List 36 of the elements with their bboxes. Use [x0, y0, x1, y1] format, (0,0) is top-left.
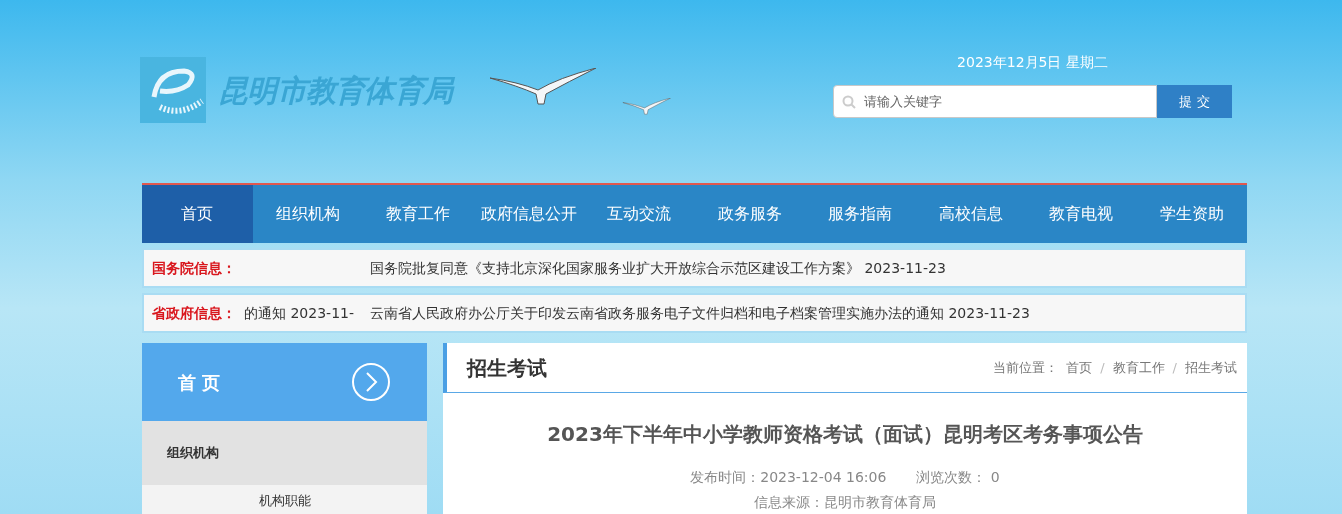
nav-tab[interactable]: 学生资助: [1136, 185, 1247, 243]
nav-tab[interactable]: 组织机构: [252, 185, 363, 243]
breadcrumb-link[interactable]: 首页: [1066, 357, 1093, 378]
article-title: 2023年下半年中小学教师资格考试（面试）昆明考区考务事项公告: [547, 421, 1143, 448]
nav-tab[interactable]: 首页: [142, 185, 253, 243]
nav-tab[interactable]: 政府信息公开: [473, 185, 584, 243]
nav-tab[interactable]: 服务指南: [805, 185, 916, 243]
ticker-link[interactable]: 云南省人民政府办公厅关于印发云南省政务服务电子文件归档和电子档案管理实施办法的通知 2023-11-23: [370, 302, 1030, 324]
seagull-drawing: [622, 98, 672, 116]
publish-time: 发布时间：2023-12-04 16:06: [690, 468, 887, 487]
breadcrumb-link[interactable]: 招生考试: [1185, 357, 1237, 378]
nav-tab[interactable]: 政务服务: [694, 185, 805, 243]
section-title: 招生考试: [467, 354, 547, 382]
nav-tab[interactable]: 互动交流: [584, 185, 695, 243]
search-icon: [842, 95, 856, 109]
sidebar-link[interactable]: 机构职能: [142, 485, 427, 514]
sidebar-title: 首 页: [178, 370, 221, 395]
breadcrumb-separator: /: [1172, 358, 1177, 377]
sidebar-heading[interactable]: 组织机构: [142, 421, 427, 485]
submit-button[interactable]: 提 交: [1157, 85, 1232, 118]
logo-icon: [140, 57, 206, 123]
view-count: 浏览次数： 0: [916, 468, 1000, 487]
nav-tab[interactable]: 教育电视: [1026, 185, 1137, 243]
ticker-label: 省政府信息：: [152, 303, 237, 323]
nav-tab[interactable]: 高校信息: [915, 185, 1026, 243]
ticker-label: 国务院信息：: [152, 258, 237, 278]
date-text: 2023年12月5日 星期二: [957, 53, 1108, 72]
info-source: 信息来源：昆明市教育体育局: [754, 493, 936, 512]
ticker-link[interactable]: 的通知 2023-11-: [244, 302, 354, 324]
breadcrumb-link[interactable]: 教育工作: [1112, 357, 1165, 378]
breadcrumb-label: 当前位置：: [993, 358, 1059, 377]
breadcrumb-separator: /: [1100, 358, 1105, 377]
ticker-link[interactable]: 国务院批复同意《支持北京深化国家服务业扩大开放综合示范区建设工作方案》 2023-11-23: [370, 257, 946, 279]
search-field[interactable]: 请输入关键字: [833, 85, 1157, 118]
nav-tab[interactable]: 教育工作: [363, 185, 474, 243]
chevron-right-icon[interactable]: [351, 362, 391, 402]
